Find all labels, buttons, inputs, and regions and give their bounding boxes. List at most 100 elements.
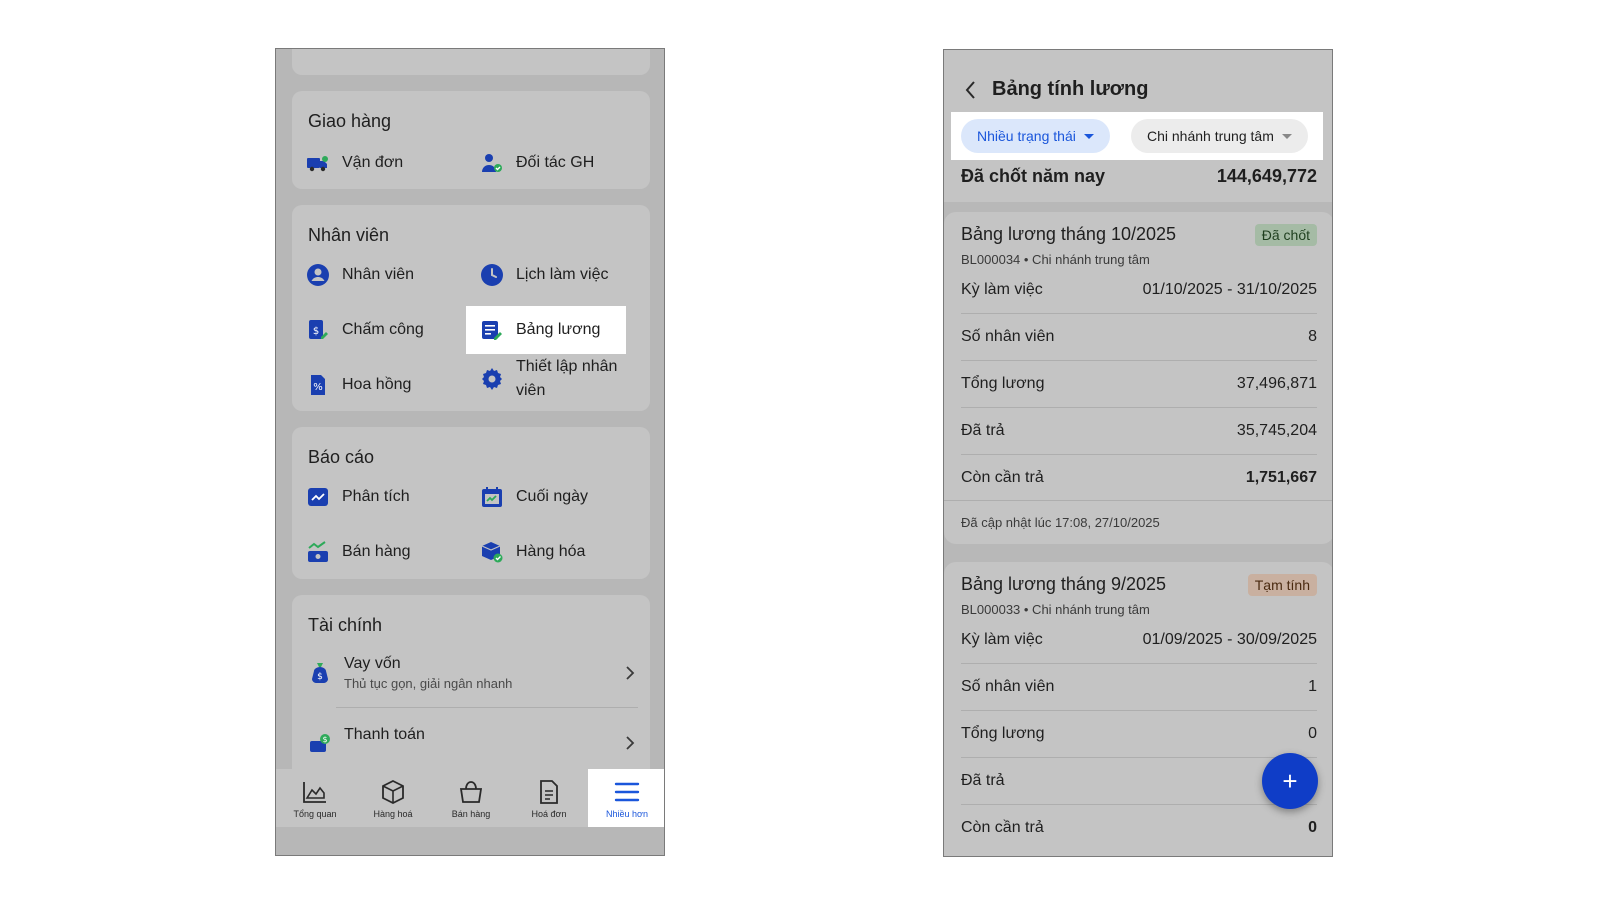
caret-down-icon [1083, 133, 1094, 139]
payroll-code-branch: BL000033 • Chi nhánh trung tâm [961, 602, 1150, 617]
reports-section: Báo cáo Phân tích Cuối ngày Bán hàng Hàn… [292, 427, 650, 579]
caret-down-icon [1281, 133, 1292, 139]
payroll-code-branch: BL000034 • Chi nhánh trung tâm [961, 252, 1150, 267]
menu-item-sales-report[interactable]: Bán hàng [306, 528, 466, 576]
branch-filter-dropdown[interactable]: Chi nhánh trung tâm [1131, 119, 1308, 153]
sales-report-icon [306, 540, 330, 564]
status-filter-label: Nhiều trạng thái [977, 128, 1076, 144]
menu-item-label: Lịch làm việc [516, 266, 609, 283]
row-label: Đã trả [961, 421, 1005, 439]
partner-icon [480, 151, 504, 175]
menu-item-waybill[interactable]: Vận đơn [306, 139, 466, 187]
finance-item-subtitle: Thủ tục gọn, giải ngân nhanh [344, 676, 513, 691]
left-phone-screen: Giao hàng Vận đơn Đối tác GH Nhân viên N… [275, 48, 665, 856]
status-filter-dropdown[interactable]: Nhiều trạng thái [961, 119, 1110, 153]
row-value: 1 [1308, 677, 1317, 695]
menu-item-timekeeping[interactable]: $ Chấm công [306, 306, 466, 354]
chevron-right-icon [622, 735, 638, 751]
row-value: 35,745,204 [1236, 421, 1317, 439]
row-value: 0 [1308, 724, 1317, 742]
payroll-header: Bảng tính lương Nhiều trạng thái Chi nhá… [944, 50, 1332, 202]
nav-tab-invoices[interactable]: Hoá đơn [510, 769, 588, 827]
timekeeping-icon: $ [306, 318, 330, 342]
payroll-row-period: Kỳ làm việc 01/09/2025 - 30/09/2025 [961, 616, 1317, 664]
svg-text:$: $ [322, 735, 327, 744]
nav-tab-label: Bán hàng [451, 808, 491, 819]
divider [944, 500, 1332, 501]
menu-item-schedule[interactable]: Lịch làm việc [480, 251, 640, 299]
delivery-section: Giao hàng Vận đơn Đối tác GH [292, 91, 650, 189]
chevron-left-icon [965, 81, 975, 99]
section-title: Nhân viên [308, 225, 390, 245]
updated-timestamp: Đã cập nhật lúc 17:08, 27/10/2025 [961, 515, 1160, 530]
payroll-icon [480, 318, 504, 342]
menu-item-analytics[interactable]: Phân tích [306, 473, 466, 521]
menu-item-commission[interactable]: % Hoa hồng [306, 361, 466, 409]
row-label: Còn cần trả [961, 469, 1044, 486]
payroll-card-september[interactable]: Bảng lương tháng 9/2025 Tạm tính BL00003… [944, 562, 1332, 856]
menu-item-label: Bán hàng [342, 543, 411, 560]
menu-item-goods-report[interactable]: Hàng hóa [480, 528, 640, 576]
row-label: Tổng lương [961, 374, 1045, 392]
payroll-row-total: Tổng lương 37,496,871 [961, 360, 1317, 408]
payroll-row-total: Tổng lương 0 [961, 710, 1317, 758]
nav-tab-overview[interactable]: Tổng quan [276, 769, 354, 827]
user-icon [306, 263, 330, 287]
commission-icon: % [306, 373, 330, 397]
page-title: Bảng tính lương [992, 78, 1149, 100]
nav-tab-sales[interactable]: Bán hàng [432, 769, 510, 827]
nav-tab-label: Hàng hoá [373, 808, 413, 819]
nav-tab-more[interactable]: Nhiều hơn [588, 769, 664, 827]
payroll-row-period: Kỳ làm việc 01/10/2025 - 31/10/2025 [961, 266, 1317, 314]
finance-item-loan[interactable]: $ Vay vốn Thủ tục gọn, giải ngân nhanh [308, 643, 638, 703]
row-label: Số nhân viên [961, 677, 1055, 695]
payment-icon: $ [308, 731, 332, 755]
chart-area-icon [301, 778, 329, 806]
menu-item-label: Vận đơn [342, 154, 404, 171]
row-value: 37,496,871 [1236, 374, 1317, 392]
truck-icon [306, 151, 330, 175]
menu-item-label: Cuối ngày [516, 488, 589, 505]
row-value: 8 [1308, 327, 1317, 345]
chevron-right-icon [622, 665, 638, 681]
row-value: 01/10/2025 - 31/10/2025 [1142, 280, 1317, 298]
svg-text:$: $ [317, 672, 323, 682]
box-check-icon [480, 540, 504, 564]
row-value: 01/09/2025 - 30/09/2025 [1142, 630, 1317, 648]
payroll-card-october[interactable]: Bảng lương tháng 10/2025 Đã chốt BL00003… [944, 212, 1332, 544]
section-title: Tài chính [308, 615, 383, 635]
menu-item-label: Đối tác GH [516, 154, 595, 171]
menu-item-payroll[interactable]: Bảng lương [466, 306, 626, 354]
plus-icon: + [1282, 765, 1298, 796]
document-icon [535, 778, 563, 806]
nav-tab-label: Tổng quan [293, 808, 337, 819]
row-value: 0 [1308, 819, 1317, 836]
right-phone-screen: Bảng tính lương Nhiều trạng thái Chi nhá… [943, 49, 1333, 857]
nav-tab-label: Hoá đơn [531, 808, 567, 819]
back-button[interactable] [964, 78, 984, 102]
add-payroll-button[interactable]: + [1262, 753, 1318, 809]
menu-item-delivery-partner[interactable]: Đối tác GH [480, 139, 640, 187]
bottom-navigation: Tổng quan Hàng hoá Bán hàng Hoá đơn Nhiề… [276, 769, 664, 827]
menu-item-label: Hoa hồng [342, 376, 412, 393]
previous-section-card [292, 49, 650, 75]
menu-item-end-of-day[interactable]: Cuối ngày [480, 473, 640, 521]
row-label: Còn cần trả [961, 819, 1044, 836]
status-badge: Đã chốt [1254, 224, 1317, 246]
svg-text:%: % [313, 382, 323, 393]
payroll-row-staff-count: Số nhân viên 1 [961, 663, 1317, 711]
calendar-icon [480, 485, 504, 509]
finance-section: Tài chính $ Vay vốn Thủ tục gọn, giải ng… [292, 595, 650, 795]
filter-bar: Nhiều trạng thái Chi nhánh trung tâm [951, 112, 1323, 160]
menu-item-staff[interactable]: Nhân viên [306, 251, 466, 299]
payroll-title: Bảng lương tháng 10/2025 [961, 224, 1177, 244]
svg-text:$: $ [313, 326, 319, 337]
menu-item-staff-settings[interactable]: Thiết lập nhân viên [480, 355, 640, 415]
payroll-title: Bảng lương tháng 9/2025 [961, 574, 1167, 594]
finance-item-payment[interactable]: $ Thanh toán [308, 713, 638, 773]
nav-tab-goods[interactable]: Hàng hoá [354, 769, 432, 827]
nav-tab-label: Nhiều hơn [606, 808, 648, 819]
row-value: 1,751,667 [1245, 469, 1317, 486]
staff-section: Nhân viên Nhân viên Lịch làm việc $ Chấm… [292, 205, 650, 411]
menu-item-label: Hàng hóa [516, 543, 586, 560]
